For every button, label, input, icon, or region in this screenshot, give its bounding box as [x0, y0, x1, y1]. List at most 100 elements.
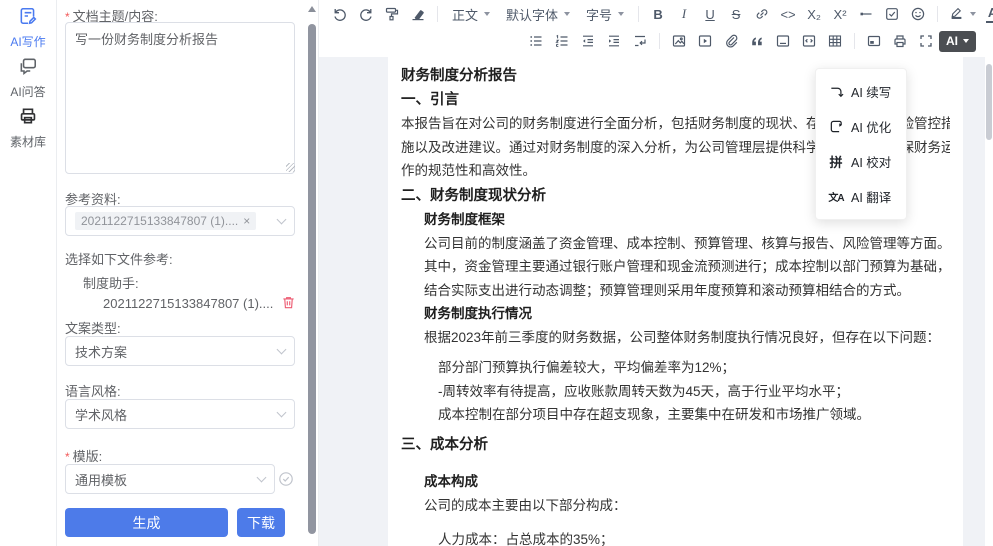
horizontal-rule-icon[interactable]: [854, 3, 878, 25]
superscript-icon[interactable]: X²: [828, 3, 852, 25]
delete-file-icon[interactable]: [281, 295, 296, 315]
menu-item-ai-optimize[interactable]: AI 优化: [816, 109, 906, 144]
toolbar-row-1: 正文 默认字体 字号 B I U S <> X₂ X²: [319, 0, 993, 28]
file-group-label: 制度助手:: [83, 273, 139, 292]
redo-icon[interactable]: [354, 3, 378, 25]
caret-down-icon: [963, 39, 969, 43]
doc-type-label: 文案类型:: [65, 318, 121, 337]
download-button[interactable]: 下载: [237, 508, 285, 537]
document-line: 部分部门预算执行偏差较大，平均偏差率为12%；: [401, 356, 950, 380]
ai-write-icon: [18, 13, 38, 30]
document-line: 公司的成本主要由以下部分构成：: [401, 494, 950, 518]
sidebar-item-library[interactable]: 素材库: [0, 100, 56, 150]
clear-format-icon[interactable]: [406, 3, 430, 25]
strikethrough-icon[interactable]: S: [724, 3, 748, 25]
font-family-dropdown[interactable]: 默认字体: [498, 2, 578, 26]
generation-form: *文档主题/内容: 写一份财务制度分析报告 参考资料: 202112271513…: [57, 0, 306, 546]
document-line: -周转效率有待提高，应收账款周转天数为45天，高于行业平均水平；: [401, 380, 950, 404]
document-line: 其中，资金管理主要通过银行账户管理和现金流预测进行；成本控制以部门预算为基础，: [401, 255, 950, 279]
font-size-dropdown[interactable]: 字号: [578, 2, 632, 26]
reference-select[interactable]: 2021122715133847807 (1).... ×: [65, 206, 295, 236]
sidebar-item-label: 素材库: [0, 133, 56, 150]
generate-button[interactable]: 生成: [65, 508, 228, 537]
toolbar-divider: [854, 33, 855, 49]
panel-view-icon[interactable]: [862, 30, 886, 52]
font-color-icon: A: [986, 5, 993, 24]
fullscreen-icon[interactable]: [914, 30, 938, 52]
outdent-icon[interactable]: [576, 30, 600, 52]
line-break-icon[interactable]: [628, 30, 652, 52]
toolbar-divider: [937, 6, 938, 22]
check-circle-icon[interactable]: [278, 471, 294, 490]
doc-type-value: 技术方案: [75, 342, 127, 361]
bulleted-list-icon[interactable]: [524, 30, 548, 52]
indent-icon[interactable]: [602, 30, 626, 52]
divider-block-icon[interactable]: [771, 30, 795, 52]
link-icon[interactable]: [750, 3, 774, 25]
document-line: 根据2023年前三季度的财务数据，公司整体财务制度执行情况良好，但存在以下问题：: [401, 326, 950, 350]
subscript-icon[interactable]: X₂: [802, 3, 826, 25]
left-nav: AI写作 AI问答 素材库: [0, 0, 57, 546]
font-color-dropdown[interactable]: A: [981, 2, 993, 26]
print-icon[interactable]: [888, 30, 912, 52]
doc-type-select[interactable]: 技术方案: [65, 336, 295, 366]
menu-item-ai-translate[interactable]: 文A AI 翻译: [816, 179, 906, 214]
topic-textarea[interactable]: 写一份财务制度分析报告: [65, 22, 295, 174]
toolbar-row-2: AI: [319, 28, 993, 54]
file-name: 2021122715133847807 (1)....: [103, 296, 273, 311]
style-label: 语言风格:: [65, 381, 121, 400]
menu-item-label: AI 续写: [851, 82, 891, 101]
menu-item-label: AI 优化: [851, 117, 891, 136]
template-select[interactable]: 通用模板: [65, 464, 275, 494]
task-list-icon[interactable]: [880, 3, 904, 25]
style-select[interactable]: 学术风格: [65, 399, 295, 429]
caret-down-icon: [618, 12, 624, 16]
library-icon: [18, 113, 38, 130]
inline-code-icon[interactable]: <>: [776, 3, 800, 25]
format-painter-icon[interactable]: [380, 3, 404, 25]
code-block-icon[interactable]: [797, 30, 821, 52]
blockquote-icon[interactable]: [745, 30, 769, 52]
document-line: 公司目前的制度涵盖了资金管理、成本控制、预算管理、核算与报告、风险管理等方面。: [401, 232, 950, 256]
template-label: *模版:: [65, 446, 102, 465]
menu-item-ai-proofread[interactable]: 拼 AI 校对: [816, 144, 906, 179]
ai-proofread-icon: 拼: [828, 152, 844, 171]
paragraph-style-dropdown[interactable]: 正文: [444, 2, 498, 26]
editor-scrollbar[interactable]: [985, 57, 993, 546]
style-value: 学术风格: [75, 405, 127, 424]
italic-icon[interactable]: I: [672, 3, 696, 25]
scrollbar-thumb[interactable]: [308, 24, 316, 534]
video-icon[interactable]: [693, 30, 717, 52]
attachment-icon[interactable]: [719, 30, 743, 52]
bold-icon[interactable]: B: [646, 3, 670, 25]
caret-down-icon: [484, 12, 490, 16]
image-icon[interactable]: [667, 30, 691, 52]
sidebar-item-ai-write[interactable]: AI写作: [0, 0, 56, 50]
emoji-icon[interactable]: [906, 3, 930, 25]
document-line: 人力成本：占总成本的35%；: [401, 528, 950, 546]
textarea-resize-handle[interactable]: [286, 163, 295, 172]
caret-down-icon: [970, 12, 976, 16]
undo-icon[interactable]: [328, 3, 352, 25]
panel-scrollbar[interactable]: [306, 0, 318, 546]
template-value: 通用模板: [75, 470, 127, 489]
ai-menu-button[interactable]: AI: [939, 31, 976, 52]
numbered-list-icon[interactable]: [550, 30, 574, 52]
tag-remove-icon[interactable]: ×: [243, 214, 250, 228]
chevron-down-icon: [277, 408, 287, 418]
document-line: 成本构成: [401, 470, 950, 494]
editor-toolbar: 正文 默认字体 字号 B I U S <> X₂ X²: [319, 0, 993, 57]
scroll-up-arrow-icon[interactable]: [308, 6, 316, 12]
toolbar-divider: [659, 33, 660, 49]
reference-file-tag: 2021122715133847807 (1).... ×: [75, 212, 256, 230]
highlight-color-dropdown[interactable]: [944, 2, 981, 26]
table-icon[interactable]: [823, 30, 847, 52]
underline-icon[interactable]: U: [698, 3, 722, 25]
sidebar-item-ai-qa[interactable]: AI问答: [0, 50, 56, 100]
file-section-label: 选择如下文件参考:: [65, 249, 173, 268]
scrollbar-thumb[interactable]: [986, 64, 992, 140]
chevron-down-icon: [277, 345, 287, 355]
menu-item-ai-continue[interactable]: AI 续写: [816, 74, 906, 109]
toolbar-divider: [638, 6, 639, 22]
chevron-down-icon: [257, 473, 267, 483]
